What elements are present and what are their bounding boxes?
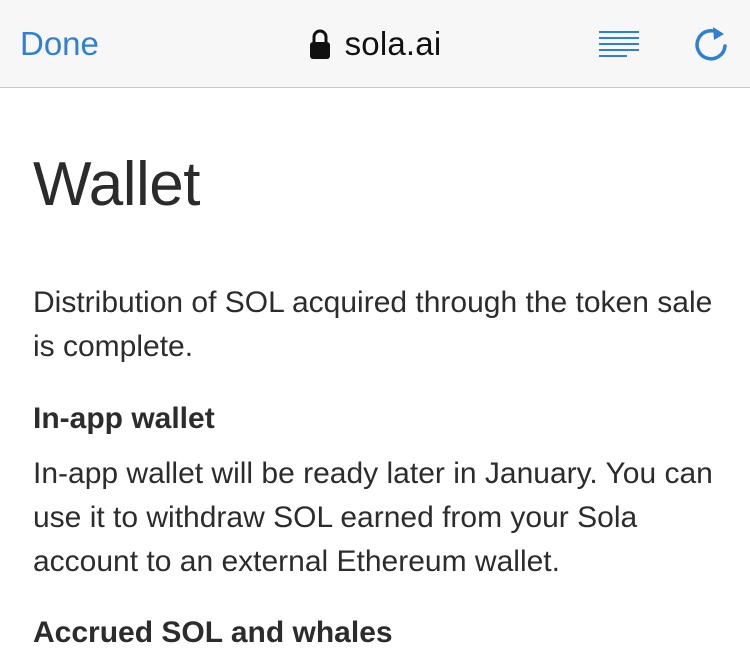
done-button[interactable]: Done (20, 24, 99, 64)
lock-icon (309, 28, 331, 60)
address-field[interactable]: sola.ai (309, 22, 442, 66)
page-title: Wallet (33, 150, 200, 219)
intro-paragraph: Distribution of SOL acquired through the… (33, 286, 713, 363)
reload-icon[interactable] (692, 22, 730, 66)
section-heading-accrued-sol: Accrued SOL and whales (33, 616, 393, 649)
section-heading-in-app-wallet: In-app wallet (33, 402, 215, 435)
url-text: sola.ai (344, 25, 442, 62)
section-body-in-app-wallet: In-app wallet will be ready later in Jan… (33, 457, 713, 578)
reader-mode-icon[interactable] (597, 28, 641, 60)
browser-toolbar: Done sola.ai (0, 0, 750, 88)
